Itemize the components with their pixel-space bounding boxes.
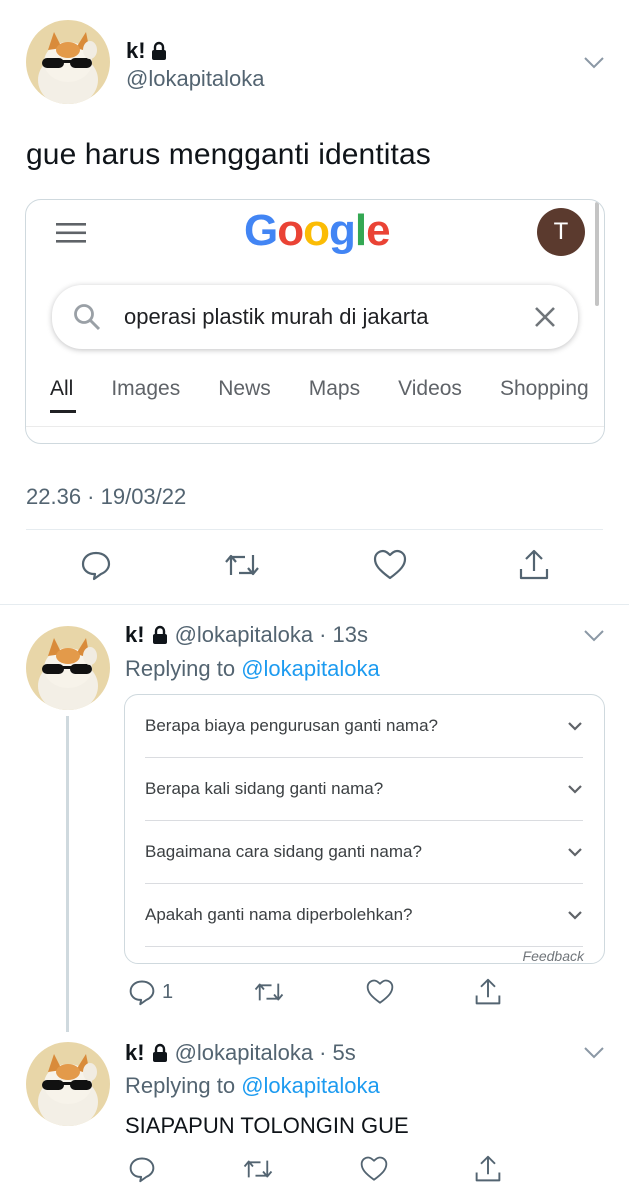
share-icon[interactable] xyxy=(518,549,550,581)
tab-maps: Maps xyxy=(308,377,361,400)
replying-to-link[interactable]: @lokapitaloka xyxy=(241,1073,380,1098)
divider xyxy=(26,529,603,530)
hamburger-menu-icon xyxy=(56,223,86,243)
tweet-timestamp[interactable]: 22.36 · 19/03/22 xyxy=(26,484,186,510)
chevron-down-icon xyxy=(568,785,582,794)
faq-item[interactable]: Bagaimana cara sidang ganti nama? xyxy=(145,821,583,884)
google-account-avatar: T xyxy=(537,208,585,256)
lock-icon xyxy=(151,41,166,60)
faq-question: Apakah ganti nama diperbolehkan? xyxy=(145,905,413,924)
google-tabs: All Images News Maps Videos Shopping xyxy=(50,377,602,401)
heart-icon[interactable] xyxy=(373,549,407,581)
chevron-down-icon[interactable] xyxy=(583,56,605,70)
reply2-avatar[interactable] xyxy=(26,1042,110,1126)
cat-avatar-image xyxy=(26,1042,110,1126)
faq-item[interactable]: Berapa biaya pengurusan ganti nama? xyxy=(145,695,583,758)
replying-to: Replying to @lokapitaloka xyxy=(125,656,380,682)
chevron-down-icon xyxy=(568,722,582,731)
replying-label: Replying to xyxy=(125,656,236,681)
google-logo: Google xyxy=(244,206,391,255)
main-action-bar xyxy=(80,549,550,581)
tweet-separator xyxy=(0,604,629,605)
active-tab-indicator xyxy=(50,410,76,413)
faq-question: Berapa biaya pengurusan ganti nama? xyxy=(145,716,438,735)
scrollbar xyxy=(595,202,599,306)
account-initial: T xyxy=(553,218,569,245)
reply-text: SIAPAPUN TOLONGIN GUE xyxy=(125,1113,409,1138)
display-name[interactable]: k! xyxy=(125,622,145,648)
tweet-text: gue harus mengganti identitas xyxy=(26,138,431,171)
replying-label: Replying to xyxy=(125,1073,236,1098)
thread-line xyxy=(66,716,69,1032)
faq-question: Berapa kali sidang ganti nama? xyxy=(145,779,384,798)
heart-icon[interactable] xyxy=(366,978,394,1006)
reply-action[interactable]: 1 xyxy=(128,978,173,1006)
reply2-header: k! @lokapitaloka · 5s xyxy=(125,1040,356,1066)
lock-icon xyxy=(152,625,167,644)
reply1-action-bar: 1 xyxy=(128,978,502,1006)
display-name[interactable]: k! xyxy=(125,1040,145,1066)
cat-avatar-image xyxy=(26,20,110,104)
replying-to: Replying to @lokapitaloka xyxy=(125,1073,380,1099)
author-name[interactable]: k! xyxy=(126,38,168,64)
author-avatar[interactable] xyxy=(26,20,110,104)
tabs-divider xyxy=(26,426,604,427)
author-handle[interactable]: @lokapitaloka xyxy=(126,66,265,92)
heart-icon[interactable] xyxy=(360,1155,388,1183)
retweet-icon[interactable] xyxy=(242,1155,274,1183)
reply-count: 1 xyxy=(162,980,174,1003)
faq-card[interactable]: Berapa biaya pengurusan ganti nama? Bera… xyxy=(124,694,605,964)
close-icon xyxy=(535,307,555,327)
search-query: operasi plastik murah di jakarta xyxy=(124,304,429,329)
reply-icon[interactable] xyxy=(80,549,112,581)
google-screenshot-card[interactable]: Google T operasi plastik murah di jakart… xyxy=(25,199,605,444)
share-icon[interactable] xyxy=(474,1155,502,1183)
faq-item[interactable]: Berapa kali sidang ganti nama? xyxy=(145,758,583,821)
feedback-link[interactable]: Feedback xyxy=(523,948,584,963)
reply-icon[interactable] xyxy=(128,1155,156,1183)
tab-videos: Videos xyxy=(398,377,462,400)
reply-icon[interactable] xyxy=(128,978,156,1006)
retweet-icon[interactable] xyxy=(223,549,261,581)
tab-all: All xyxy=(50,377,74,400)
display-name[interactable]: k! xyxy=(126,38,146,64)
chevron-down-icon[interactable] xyxy=(583,1046,605,1060)
tab-news: News xyxy=(218,377,271,400)
tab-images: Images xyxy=(111,377,181,400)
retweet-icon[interactable] xyxy=(253,978,285,1006)
tab-shopping: Shopping xyxy=(499,377,589,400)
chevron-down-icon xyxy=(568,911,582,920)
time[interactable]: · 5s xyxy=(319,1040,356,1066)
cat-avatar-image xyxy=(26,626,110,710)
handle[interactable]: @lokapitaloka xyxy=(175,1040,314,1066)
lock-icon xyxy=(152,1043,167,1062)
chevron-down-icon xyxy=(568,848,582,857)
share-icon[interactable] xyxy=(474,978,502,1006)
reply1-avatar[interactable] xyxy=(26,626,110,710)
handle[interactable]: @lokapitaloka xyxy=(175,622,314,648)
search-box: operasi plastik murah di jakarta xyxy=(52,285,578,349)
reply1-header: k! @lokapitaloka · 13s xyxy=(125,622,368,648)
search-icon xyxy=(74,304,101,331)
reply2-action-bar xyxy=(128,1155,502,1183)
chevron-down-icon[interactable] xyxy=(583,629,605,643)
faq-question: Bagaimana cara sidang ganti nama? xyxy=(145,842,422,861)
replying-to-link[interactable]: @lokapitaloka xyxy=(241,656,380,681)
time[interactable]: · 13s xyxy=(319,622,368,648)
faq-item[interactable]: Apakah ganti nama diperbolehkan? xyxy=(145,884,583,947)
